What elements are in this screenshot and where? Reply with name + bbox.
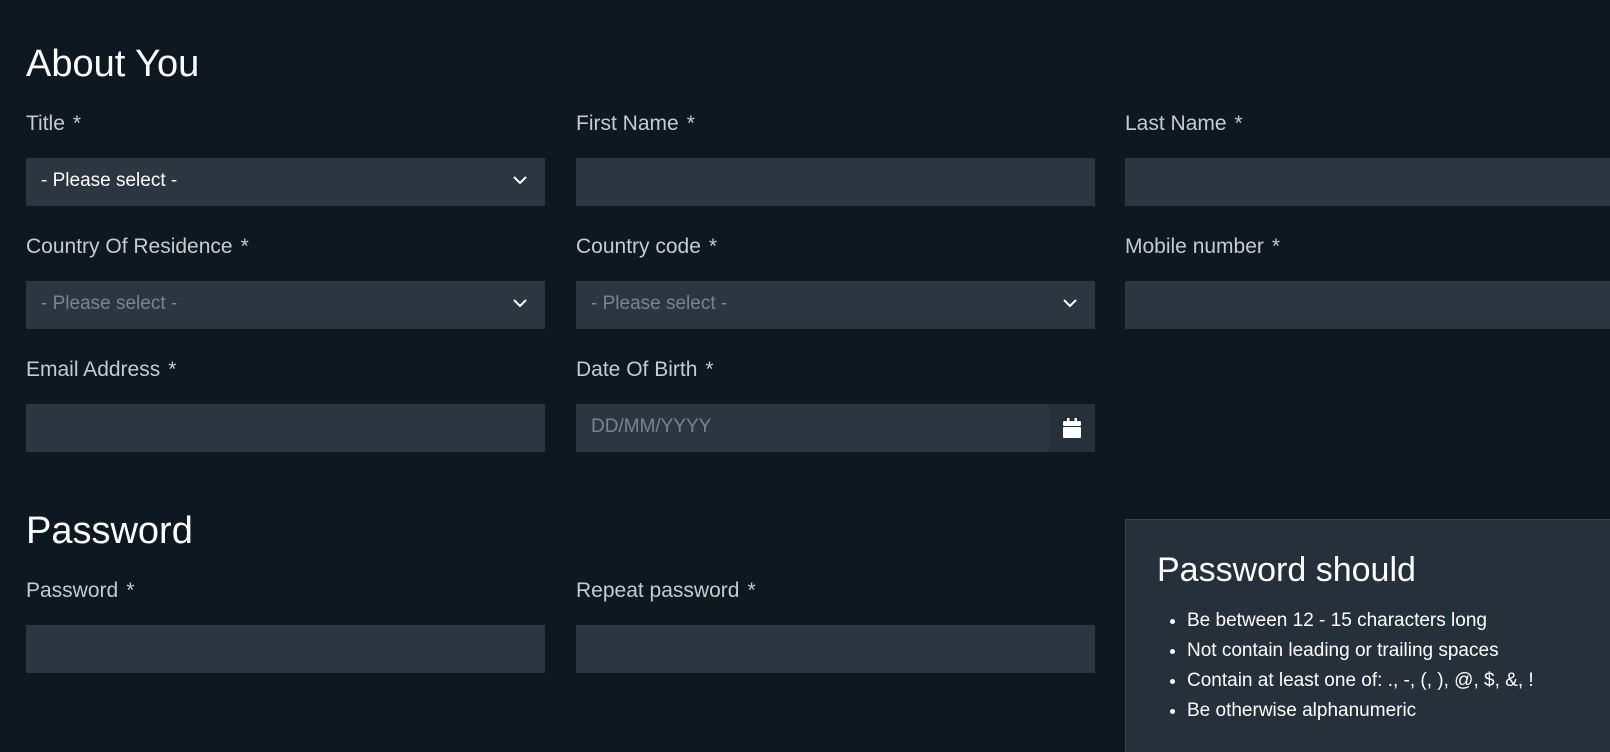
about-you-heading: About You <box>26 43 200 85</box>
password-rules-panel: Password should Be between 12 - 15 chara… <box>1125 519 1610 752</box>
last-name-field: Last Name * <box>1125 113 1610 206</box>
country-code-field: Country code * - Please select - <box>576 236 1095 329</box>
password-rule-item: Not contain leading or trailing spaces <box>1187 636 1610 666</box>
chevron-down-icon <box>513 176 527 185</box>
password-input[interactable] <box>26 625 545 673</box>
last-name-label: Last Name * <box>1125 112 1243 135</box>
first-name-field: First Name * <box>576 113 1095 206</box>
password-field: Password * <box>26 580 545 673</box>
mobile-number-field: Mobile number * <box>1125 236 1610 329</box>
country-of-residence-select[interactable]: - Please select - <box>26 281 545 329</box>
chevron-down-icon <box>1063 299 1077 308</box>
date-of-birth-input[interactable]: DD/MM/YYYY <box>576 404 1095 452</box>
mobile-number-input[interactable] <box>1125 281 1610 329</box>
password-rules-title: Password should <box>1157 551 1416 589</box>
password-label: Password * <box>26 579 135 602</box>
email-address-input[interactable] <box>26 404 545 452</box>
date-of-birth-placeholder: DD/MM/YYYY <box>591 416 712 437</box>
password-rules-list: Be between 12 - 15 characters long Not c… <box>1157 606 1610 726</box>
first-name-input[interactable] <box>576 158 1095 206</box>
title-select[interactable]: - Please select - <box>26 158 545 206</box>
country-of-residence-label: Country Of Residence * <box>26 235 249 258</box>
repeat-password-input[interactable] <box>576 625 1095 673</box>
title-field: Title * - Please select - <box>26 113 545 206</box>
password-rule-item: Contain at least one of: ., -, (, ), @, … <box>1187 666 1610 696</box>
country-code-label: Country code * <box>576 235 718 258</box>
password-rule-item: Be between 12 - 15 characters long <box>1187 606 1610 636</box>
repeat-password-field: Repeat password * <box>576 580 1095 673</box>
email-address-label: Email Address * <box>26 358 177 381</box>
date-of-birth-label: Date Of Birth * <box>576 358 714 381</box>
title-label: Title * <box>26 112 82 135</box>
password-rule-item: Be otherwise alphanumeric <box>1187 696 1610 726</box>
country-code-placeholder: - Please select - <box>591 293 728 314</box>
password-heading: Password <box>26 510 193 552</box>
repeat-password-label: Repeat password * <box>576 579 756 602</box>
calendar-icon <box>1063 418 1081 438</box>
last-name-input[interactable] <box>1125 158 1610 206</box>
first-name-label: First Name * <box>576 112 695 135</box>
date-of-birth-field: Date Of Birth * DD/MM/YYYY <box>576 359 1095 452</box>
registration-page: About You Title * - Please select - First… <box>0 0 1610 752</box>
country-of-residence-placeholder: - Please select - <box>41 293 178 314</box>
email-address-field: Email Address * <box>26 359 545 452</box>
calendar-button[interactable] <box>1049 404 1095 452</box>
country-code-select[interactable]: - Please select - <box>576 281 1095 329</box>
title-select-value: - Please select - <box>41 170 178 191</box>
mobile-number-label: Mobile number * <box>1125 235 1281 258</box>
chevron-down-icon <box>513 299 527 308</box>
country-of-residence-field: Country Of Residence * - Please select - <box>26 236 545 329</box>
